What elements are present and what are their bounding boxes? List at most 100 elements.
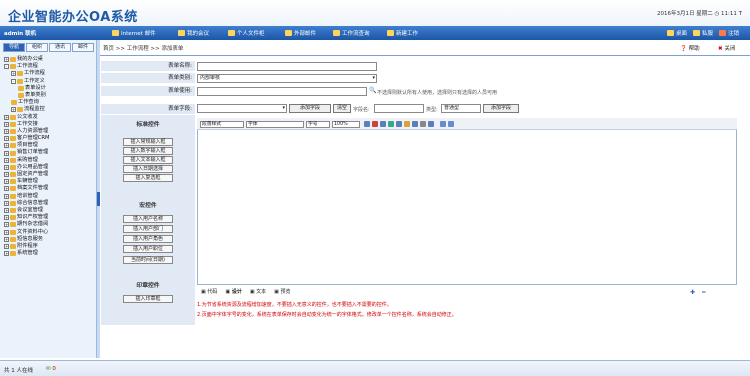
type-select[interactable]: 普通型: [441, 104, 481, 113]
expand-icon[interactable]: +: [4, 114, 9, 120]
insert-textarea-button[interactable]: 插入文本输入框: [123, 156, 173, 164]
insert-user-name-button[interactable]: 插入用户名称: [123, 215, 173, 223]
expand-icon[interactable]: +: [4, 229, 9, 235]
zoom-select[interactable]: 100%: [332, 121, 360, 128]
add-field-button[interactable]: 添加字段: [289, 104, 331, 113]
search-icon[interactable]: 🔍: [369, 87, 376, 94]
insert-current-time-button[interactable]: 当前时间(日期): [123, 256, 173, 264]
expand-icon[interactable]: +: [4, 143, 9, 149]
sidebar-tree-item[interactable]: + 综合信息管理: [4, 200, 94, 207]
topbar-item-external-mail[interactable]: 外部邮件: [285, 29, 316, 37]
collapse-handle[interactable]: [97, 192, 100, 206]
sidebar-tree-item[interactable]: + 采购管理: [4, 157, 94, 164]
form-category-select[interactable]: 内部审核 ▾: [197, 74, 377, 83]
tab-mail[interactable]: 邮件: [72, 43, 94, 52]
insert-number-input-button[interactable]: 插入数字输入框: [123, 147, 173, 155]
tab-text[interactable]: ▣ 文本: [250, 287, 266, 297]
topbar-item-files[interactable]: 个人文件柜: [228, 29, 265, 37]
expand-icon[interactable]: +: [4, 136, 9, 142]
expand-icon[interactable]: +: [4, 193, 9, 199]
insert-user-role-button[interactable]: 插入用户角色: [123, 235, 173, 243]
online-count[interactable]: 共 1 人在线: [4, 366, 33, 374]
link-icon[interactable]: [404, 121, 410, 127]
collapse-icon[interactable]: -: [4, 64, 9, 70]
image-icon[interactable]: [388, 121, 394, 127]
expand-icon[interactable]: +: [11, 71, 16, 77]
expand-icon[interactable]: +: [4, 251, 9, 257]
expand-icon[interactable]: +: [4, 222, 9, 228]
expand-icon[interactable]: +: [4, 121, 9, 127]
paste-icon[interactable]: [428, 121, 434, 127]
font-size-select[interactable]: 字号: [306, 121, 330, 128]
topbar-item-mail[interactable]: Internet 邮件: [112, 29, 156, 37]
sidebar-tree-item[interactable]: + 销售订单管理: [4, 149, 94, 156]
topbar-item-workflow-query[interactable]: 工作流查询: [333, 29, 370, 37]
expand-icon[interactable]: +: [4, 157, 9, 163]
expand-icon[interactable]: +: [4, 128, 9, 134]
sidebar-tree-item[interactable]: + 短信息服务: [4, 236, 94, 243]
topbar-item-new-work[interactable]: 新建工作: [387, 29, 418, 37]
form-name-input[interactable]: [197, 62, 377, 71]
sidebar-tree-item[interactable]: + 期刊杂志借阅: [4, 221, 94, 228]
form-owner-input[interactable]: [197, 87, 367, 96]
expand-icon[interactable]: +: [4, 164, 9, 170]
collapse-icon[interactable]: ━: [702, 289, 706, 296]
current-user[interactable]: admin 联机: [4, 29, 36, 37]
bold-icon[interactable]: [364, 121, 370, 127]
expand-icon[interactable]: +: [11, 107, 16, 113]
tab-preview[interactable]: ▣ 预览: [274, 287, 290, 297]
expand-icon[interactable]: +: [4, 208, 9, 214]
topbar-desktop[interactable]: 桌面: [667, 29, 687, 37]
expand-icon[interactable]: +: [4, 200, 9, 206]
expand-icon[interactable]: +: [4, 243, 9, 249]
undo-icon[interactable]: [440, 121, 446, 127]
copy-icon[interactable]: [420, 121, 426, 127]
sidebar-tree-item[interactable]: + 工作流程: [4, 70, 94, 77]
expand-icon[interactable]: +: [4, 215, 9, 221]
tab-nav[interactable]: 导航: [3, 43, 25, 52]
help-button[interactable]: ❓ 帮助: [680, 44, 700, 52]
sidebar-tree-item[interactable]: 表单设计: [4, 85, 94, 92]
sidebar-tree-item[interactable]: 工作查询: [4, 99, 94, 106]
expand-icon[interactable]: ✚: [690, 289, 695, 296]
form-field-select[interactable]: ▾: [197, 104, 287, 113]
highlight-icon[interactable]: [380, 121, 386, 127]
redo-icon[interactable]: [448, 121, 454, 127]
insert-date-button[interactable]: 插入日期选择: [123, 165, 173, 173]
sidebar-tree-item[interactable]: + 人力资源管理: [4, 128, 94, 135]
paragraph-style-select[interactable]: 段落样式: [200, 121, 244, 128]
expand-icon[interactable]: +: [4, 150, 9, 156]
insert-seal-button[interactable]: 插入印章框: [123, 295, 173, 303]
expand-icon[interactable]: +: [4, 186, 9, 192]
font-name-select[interactable]: 字体: [246, 121, 304, 128]
insert-user-position-button[interactable]: 插入用户职位: [123, 245, 173, 253]
sidebar-tree-item[interactable]: + 文件资料中心: [4, 229, 94, 236]
sidebar-tree-item[interactable]: + 公文收发: [4, 114, 94, 121]
insert-user-dept-button[interactable]: 插入用户部门: [123, 225, 173, 233]
expand-icon[interactable]: +: [4, 57, 9, 63]
sidebar-tree-item[interactable]: - 工作定义: [4, 78, 94, 85]
tab-org[interactable]: 组织: [26, 43, 48, 52]
sidebar-tree-item[interactable]: + 培训管理: [4, 193, 94, 200]
clear-button[interactable]: 清空: [333, 104, 351, 113]
expand-icon[interactable]: +: [4, 179, 9, 185]
expand-icon[interactable]: +: [4, 236, 9, 242]
topbar-private[interactable]: 私服: [693, 29, 713, 37]
insert-text-input-button[interactable]: 插入常规输入框: [123, 138, 173, 146]
tab-code[interactable]: ▣ 代码: [201, 287, 217, 297]
sidebar-tree-item[interactable]: + 办公用品管理: [4, 164, 94, 171]
topbar-item-meeting[interactable]: 我的会议: [178, 29, 209, 37]
close-button[interactable]: ✖ 关闭: [718, 44, 735, 52]
sidebar-tree-item[interactable]: - 工作流程: [4, 63, 94, 70]
collapse-icon[interactable]: -: [11, 78, 16, 84]
add-field-button-2[interactable]: 添加字段: [483, 104, 519, 113]
topbar-logout[interactable]: 注销: [719, 29, 739, 37]
sidebar-tree-item[interactable]: + 工作交接: [4, 121, 94, 128]
sidebar-tree-item[interactable]: + 档案文件管理: [4, 185, 94, 192]
table-icon[interactable]: [396, 121, 402, 127]
field-name-input[interactable]: [374, 104, 424, 113]
cut-icon[interactable]: [412, 121, 418, 127]
sidebar-tree-item[interactable]: + 流程监控: [4, 106, 94, 113]
insert-checkbox-button[interactable]: 插入复选框: [123, 174, 173, 182]
tab-design[interactable]: ▣ 设计: [225, 287, 241, 297]
